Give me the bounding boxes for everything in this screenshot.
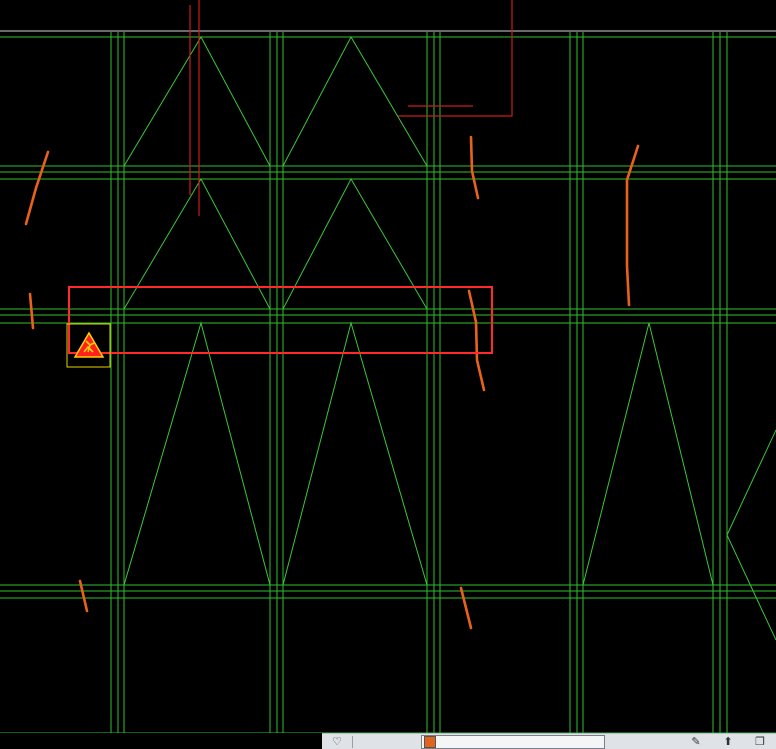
crack-mark bbox=[459, 586, 473, 630]
door-swing-triangle bbox=[123, 321, 271, 586]
workspace-icon[interactable]: ♡ bbox=[330, 735, 344, 748]
door-swing-lines bbox=[123, 35, 776, 641]
status-bar: ♡ ✎ ⬆ ❐ bbox=[322, 733, 776, 749]
door-swing-partial bbox=[726, 429, 776, 641]
cad-viewport[interactable]: ♡ ✎ ⬆ ❐ bbox=[0, 0, 776, 749]
warning-marker[interactable] bbox=[66, 323, 111, 368]
red-leader-line bbox=[398, 0, 513, 117]
door-swing-triangle bbox=[282, 177, 428, 310]
status-separator bbox=[352, 735, 353, 748]
layer-dropdown[interactable] bbox=[421, 734, 605, 749]
crack-mark bbox=[625, 144, 640, 307]
door-swing-triangle bbox=[282, 321, 428, 586]
arrow-up-icon[interactable]: ⬆ bbox=[720, 735, 736, 748]
crack-mark bbox=[24, 150, 50, 226]
selection-rectangle[interactable] bbox=[68, 286, 493, 354]
drawing-canvas[interactable] bbox=[0, 0, 776, 733]
door-swing-triangle bbox=[282, 35, 428, 167]
door-swing-triangle bbox=[123, 35, 271, 167]
layer-color-swatch bbox=[424, 735, 436, 748]
window-grid bbox=[0, 32, 776, 733]
door-swing-triangle bbox=[123, 177, 271, 310]
status-tools: ✎ ⬆ ❐ bbox=[680, 735, 776, 748]
crack-mark bbox=[469, 135, 480, 200]
window-icon[interactable]: ❐ bbox=[752, 735, 768, 748]
crack-mark bbox=[467, 289, 486, 392]
door-swing-triangle bbox=[582, 322, 714, 586]
pen-icon[interactable]: ✎ bbox=[688, 735, 704, 748]
red-reference-lines bbox=[189, 0, 513, 216]
